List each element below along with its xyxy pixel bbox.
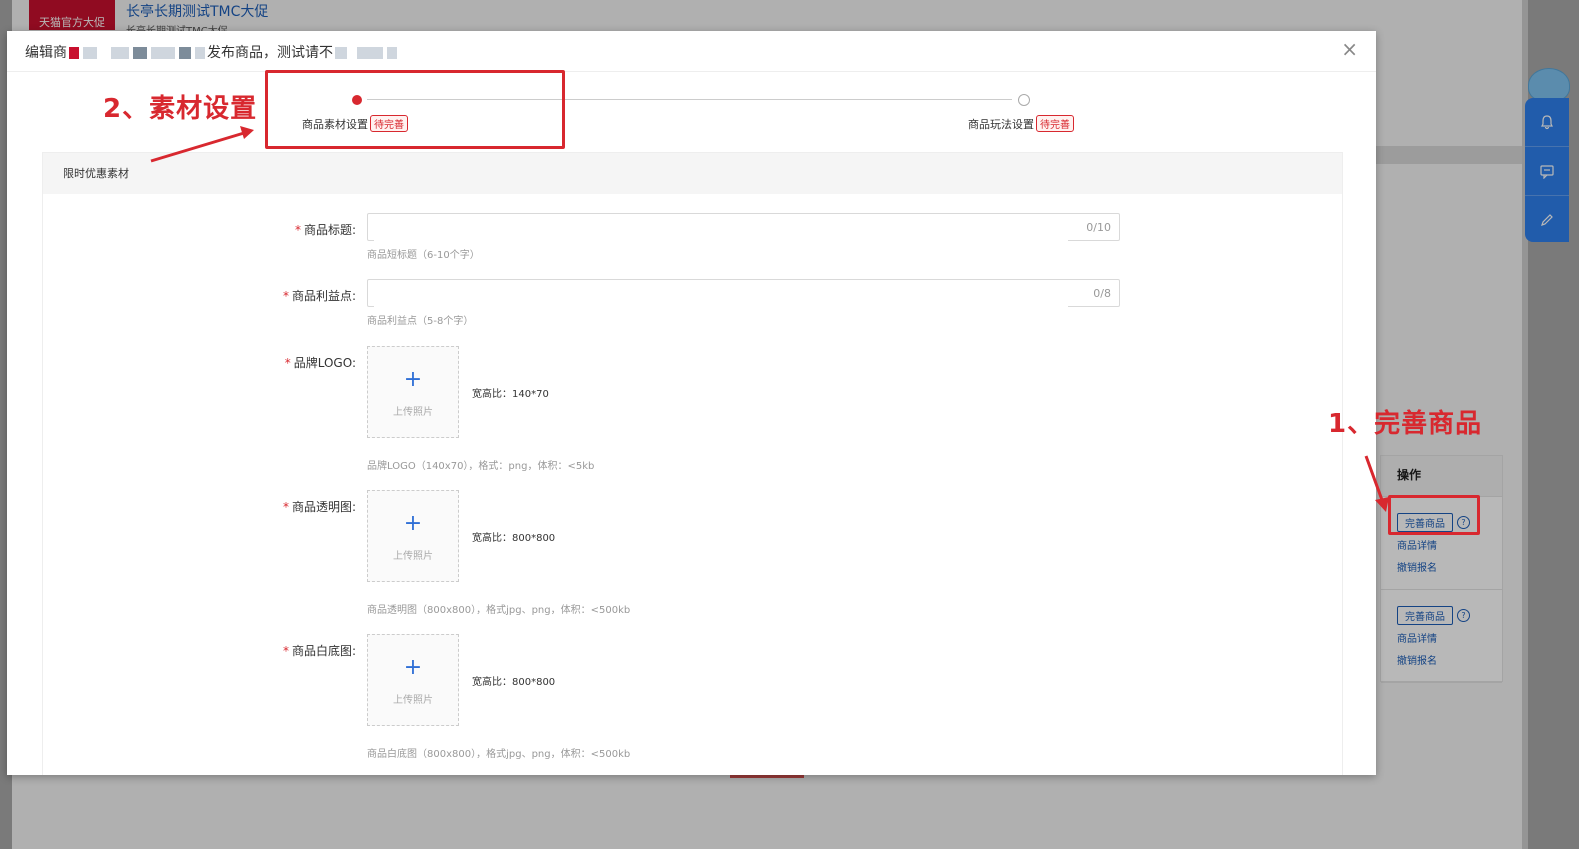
aspect-ratio-text: 宽高比：800*800: [472, 533, 556, 544]
modal-header: 编辑商 发布商品，测试请不 ×: [7, 31, 1376, 72]
status-badge: 待完善: [1036, 115, 1074, 132]
edit-product-modal: 编辑商 发布商品，测试请不 × 商品素材设置 待完善 商品玩法设置 待完善 限时优…: [7, 31, 1376, 775]
annotation-step1-label: 1、完善商品: [1328, 409, 1483, 439]
upload-label: 上传照片: [393, 551, 433, 562]
section-title: 限时优惠素材: [43, 153, 1342, 194]
required-mark: *: [282, 500, 289, 514]
required-mark: *: [282, 289, 289, 303]
field-label: * 商品白底图:: [282, 644, 356, 658]
product-title-input[interactable]: [374, 215, 1068, 241]
upload-label: 上传照片: [393, 407, 433, 418]
brand-logo-upload[interactable]: + 上传照片: [367, 346, 459, 438]
upload-label: 上传照片: [393, 695, 433, 706]
redaction-block: [387, 47, 397, 59]
redaction-block: [111, 47, 129, 59]
redaction-block: [335, 47, 347, 59]
redaction-block: [69, 47, 79, 59]
required-mark: *: [294, 223, 301, 237]
close-icon[interactable]: ×: [1341, 39, 1358, 59]
field-label: * 商品透明图:: [282, 500, 356, 514]
redaction-block: [83, 47, 97, 59]
field-hint: 品牌LOGO（140x70），格式：png，体积：<5kb: [367, 461, 595, 472]
field-hint: 商品短标题（6-10个字）: [367, 250, 480, 261]
step-play-settings[interactable]: 商品玩法设置 待完善: [968, 115, 1074, 132]
modal-title-prefix: 编辑商: [25, 45, 67, 61]
annotation-step2-label: 2、素材设置: [103, 94, 258, 124]
field-hint: 商品利益点（5-8个字）: [367, 316, 474, 327]
modal-title-middle: 发布商品，测试请不: [207, 45, 333, 61]
char-counter: 0/8: [1093, 287, 1111, 300]
field-label: * 商品利益点:: [282, 289, 356, 303]
required-mark: *: [284, 356, 291, 370]
product-benefit-input[interactable]: [374, 281, 1068, 307]
required-mark: *: [282, 644, 289, 658]
redaction-block: [151, 47, 175, 59]
aspect-ratio-text: 宽高比：140*70: [472, 389, 549, 400]
field-hint: 商品透明图（800x800），格式jpg、png，体积：<500kb: [367, 605, 631, 616]
redaction-block: [133, 47, 147, 59]
annotation-box-complete: [1388, 495, 1480, 535]
redaction-block: [357, 47, 383, 59]
transparent-image-upload[interactable]: + 上传照片: [367, 490, 459, 582]
plus-icon: +: [403, 367, 423, 392]
step-label: 商品玩法设置: [968, 117, 1034, 131]
redaction-block: [195, 47, 205, 59]
redaction-block: [179, 47, 191, 59]
modal-title: 编辑商 发布商品，测试请不: [25, 42, 399, 62]
field-hint: 商品白底图（800x800），格式jpg、png，体积：<500kb: [367, 749, 631, 760]
white-background-image-upload[interactable]: + 上传照片: [367, 634, 459, 726]
plus-icon: +: [403, 511, 423, 536]
title-input-wrapper: 0/10: [367, 213, 1120, 241]
step-dot-idle: [1018, 94, 1030, 106]
char-counter: 0/10: [1086, 221, 1111, 234]
limited-offer-material-section: 限时优惠素材 * 商品标题: 0/10 商品短标题（6-10个字） * 商品利益点:…: [42, 152, 1343, 775]
plus-icon: +: [403, 655, 423, 680]
annotation-box-steps: [265, 70, 565, 149]
field-label: * 商品标题:: [294, 223, 356, 237]
benefit-input-wrapper: 0/8: [367, 279, 1120, 307]
field-label: * 品牌LOGO:: [284, 356, 356, 370]
aspect-ratio-text: 宽高比：800*800: [472, 677, 556, 688]
